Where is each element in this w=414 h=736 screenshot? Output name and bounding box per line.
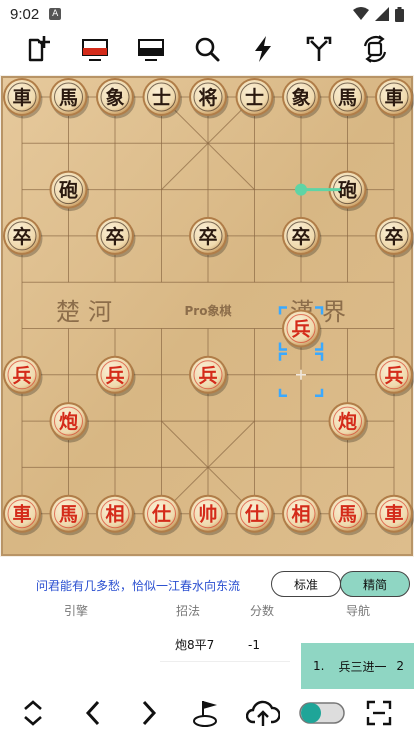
piece-label: 馬 (338, 87, 357, 109)
next-button[interactable] (132, 696, 166, 730)
piece-label: 仕 (244, 503, 264, 526)
fullscreen-icon (366, 700, 392, 726)
analyze-button[interactable] (246, 32, 280, 66)
search-button[interactable] (190, 32, 224, 66)
piece-label: 車 (12, 503, 31, 526)
engine-move-row[interactable]: 炮8平7 -1 (160, 628, 290, 662)
piece-label: 車 (12, 86, 31, 109)
top-toolbar (0, 28, 414, 70)
piece-label: 馬 (59, 504, 78, 526)
app-root: 9:02 A 楚河 Pro象棋 漢界 車 馬 象 士 将 士 象 馬 車 砲 砲… (0, 0, 414, 736)
upload-button[interactable] (246, 696, 280, 730)
piece-label: 兵 (198, 365, 217, 387)
column-score: 分数 (250, 604, 275, 618)
next-icon (142, 700, 157, 726)
lightning-icon (255, 36, 271, 62)
column-navigation: 导航 (346, 604, 371, 618)
wifi-icon (353, 7, 369, 20)
red-side-button[interactable] (78, 32, 112, 66)
add-page-icon (28, 36, 50, 62)
marker-button[interactable] (190, 696, 224, 730)
piece-label: 卒 (384, 225, 403, 248)
piece-label: 相 (105, 504, 124, 526)
river-label-left: 楚河 (56, 298, 120, 326)
pro-watermark: Pro象棋 (185, 303, 232, 318)
battery-icon (395, 6, 404, 22)
piece-label: 兵 (384, 365, 403, 387)
column-engine: 引擎 (64, 604, 89, 618)
status-bar: 9:02 A (0, 0, 414, 28)
rotate-icon (363, 35, 387, 63)
expand-collapse-icon (24, 700, 42, 726)
engine-move-name: 炮8平7 (175, 638, 215, 652)
piece-label: 兵 (12, 365, 31, 387)
piece-label: 車 (384, 503, 403, 526)
nav-index: 1. (313, 659, 325, 673)
piece-label: 象 (291, 86, 310, 109)
toggle-switch (299, 702, 345, 724)
navigation-row[interactable]: 1. 兵三进一 2 (301, 643, 414, 689)
search-icon (195, 37, 220, 62)
engine-moves-list: 炮8平7 -1 (160, 628, 290, 662)
notification-icon: A (49, 8, 62, 20)
piece-label: 卒 (105, 225, 124, 248)
status-icons (353, 6, 404, 22)
piece-label: 卒 (12, 225, 31, 248)
signal-icon (375, 7, 389, 21)
engine-move-score: -1 (248, 637, 260, 652)
nav-count: 2 (396, 659, 404, 673)
branch-icon (306, 36, 332, 61)
piece-label: 炮 (59, 410, 78, 433)
piece-label: 卒 (198, 225, 217, 248)
piece-label: 相 (291, 504, 310, 526)
piece-label: 卒 (291, 225, 310, 248)
black-board-icon (138, 39, 164, 61)
piece-label: 兵 (291, 319, 310, 341)
flag-icon (193, 701, 217, 727)
cloud-upload-icon (246, 700, 280, 726)
nav-move: 兵三进一 (338, 659, 387, 674)
piece-label: 兵 (105, 365, 124, 387)
mode-standard-button[interactable]: 标准 (271, 571, 341, 597)
fullscreen-button[interactable] (362, 696, 396, 730)
piece-label: 馬 (338, 504, 357, 526)
piece-label: 砲 (59, 180, 78, 202)
bottom-toolbar (0, 690, 414, 736)
status-time: 9:02 (10, 5, 40, 23)
piece-label: 馬 (59, 87, 78, 109)
mode-simple-button[interactable]: 精简 (340, 571, 410, 597)
red-board-icon (82, 39, 108, 61)
piece-label: 車 (384, 86, 403, 109)
engine-toggle[interactable] (298, 696, 346, 730)
chess-board[interactable]: 楚河 Pro象棋 漢界 車馬象士将士象馬車砲砲卒卒卒卒卒兵兵兵兵兵炮炮車馬相仕帅… (0, 75, 414, 557)
column-move: 招法 (176, 604, 201, 618)
hint-arrow-origin (295, 183, 307, 196)
piece-label: 象 (105, 86, 124, 109)
flip-board-button[interactable] (358, 32, 392, 66)
expand-button[interactable] (16, 696, 50, 730)
previous-icon (85, 700, 100, 726)
variation-button[interactable] (302, 32, 336, 66)
piece-label: 帅 (198, 504, 217, 526)
motto-text: 问君能有几多愁，恰似一江春水向东流 (36, 579, 241, 593)
piece-label: 砲 (338, 180, 357, 202)
piece-label: 将 (198, 86, 217, 109)
previous-button[interactable] (76, 696, 110, 730)
piece-label: 士 (152, 87, 171, 109)
board-canvas[interactable]: 楚河 Pro象棋 漢界 車馬象士将士象馬車砲 砲卒卒卒卒卒兵兵兵兵兵炮 炮車馬相仕帅… (0, 75, 414, 557)
piece-label: 士 (245, 87, 264, 109)
piece-label: 仕 (151, 503, 171, 526)
new-game-button[interactable] (22, 32, 56, 66)
black-side-button[interactable] (134, 32, 168, 66)
piece-label: 炮 (338, 410, 357, 433)
